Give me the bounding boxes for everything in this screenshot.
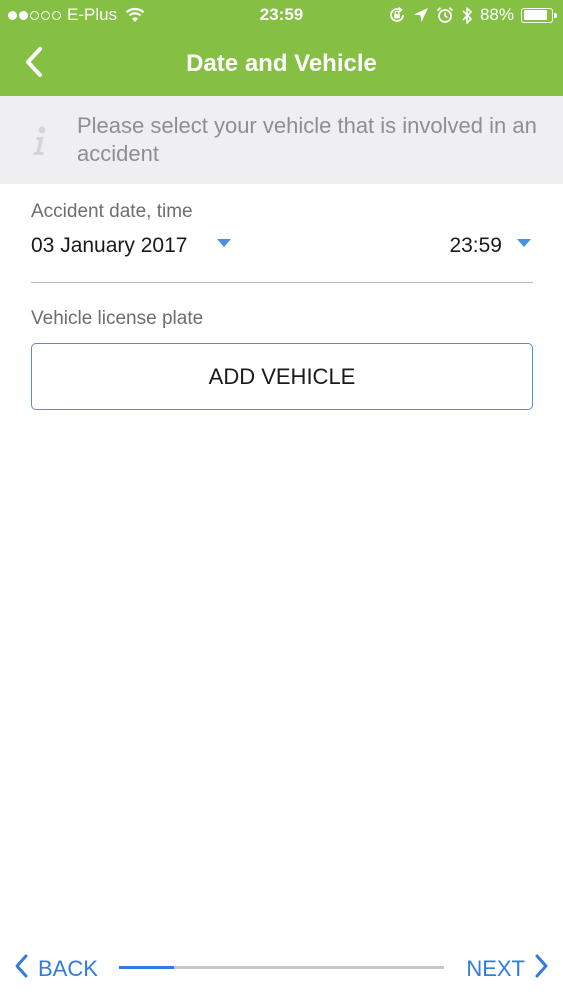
back-button-label: BACK [38,956,98,981]
chevron-left-icon [14,953,30,985]
back-button[interactable]: BACK [14,953,98,985]
time-picker[interactable]: 23:59 [449,234,502,258]
page-title: Date and Vehicle [186,50,377,77]
navigation-bar: Date and Vehicle [0,30,563,96]
info-banner: Please select your vehicle that is invol… [0,96,563,184]
vehicle-license-plate-label: Vehicle license plate [31,308,204,329]
status-bar: E-Plus 23:59 88% [0,0,563,30]
footer-navigation: BACK NEXT [0,945,563,990]
field-divider [31,282,533,283]
accident-date-label: Accident date, time [31,201,193,222]
status-right: 88% [388,5,557,25]
info-icon [30,124,50,158]
battery-icon [521,7,557,23]
info-message: Please select your vehicle that is invol… [77,113,537,166]
battery-level [523,10,548,20]
bluetooth-icon [461,6,473,25]
next-button-label: NEXT [466,956,525,981]
location-arrow-icon [413,7,429,23]
chevron-right-icon [533,953,549,985]
rotation-lock-icon [388,6,406,24]
battery-nub [554,12,557,18]
step-progress-fill [119,966,175,969]
date-dropdown-caret-icon[interactable] [217,239,231,247]
alarm-icon [436,6,454,24]
date-picker[interactable]: 03 January 2017 [31,234,187,258]
date-time-row: 03 January 2017 23:59 [31,234,533,262]
next-button[interactable]: NEXT [466,953,549,985]
time-dropdown-caret-icon[interactable] [517,239,531,247]
add-vehicle-button[interactable]: ADD VEHICLE [31,343,533,410]
battery-percent: 88% [479,5,514,24]
step-progress-bar [119,966,444,969]
